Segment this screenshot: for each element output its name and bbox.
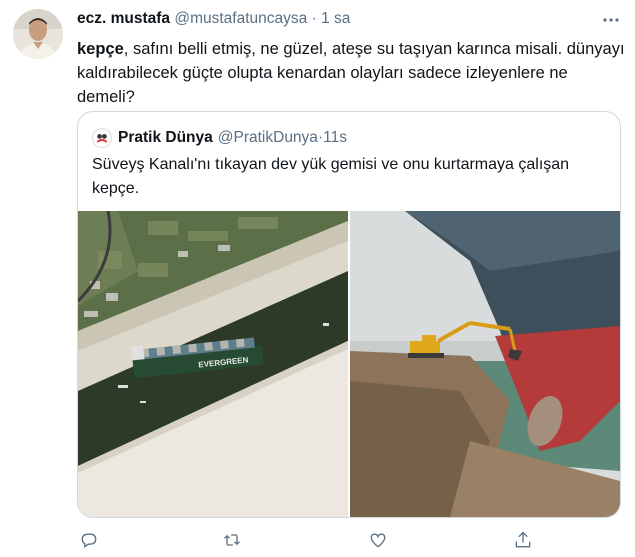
- quoted-header: Pratik Dünya @PratikDunya · 11s: [92, 127, 347, 149]
- author-name[interactable]: ecz. mustafa: [77, 10, 170, 27]
- aerial-photo[interactable]: EVERGREEN: [78, 211, 348, 517]
- quoted-avatar: [92, 128, 112, 148]
- author-handle[interactable]: @mustafatuncaysa: [174, 10, 307, 27]
- quoted-time[interactable]: 11s: [323, 129, 347, 147]
- quoted-author-name[interactable]: Pratik Dünya: [118, 129, 213, 147]
- tweet-actions: [77, 528, 547, 552]
- reply-icon[interactable]: [77, 528, 101, 552]
- heart-icon[interactable]: [366, 528, 390, 552]
- quoted-author-handle[interactable]: @PratikDunya: [218, 129, 318, 147]
- quoted-logo-icon: [96, 134, 108, 143]
- tweet-text: kepçe, safını belli etmiş, ne güzel, ate…: [77, 37, 627, 109]
- quoted-text: Süveyş Kanalı'nı tıkayan dev yük gemisi …: [92, 156, 570, 197]
- avatar[interactable]: [13, 9, 63, 59]
- quoted-tweet[interactable]: Pratik Dünya @PratikDunya · 11s Süveyş K…: [77, 111, 621, 518]
- excavator-photo[interactable]: [350, 211, 620, 517]
- more-dots-icon[interactable]: [601, 10, 621, 30]
- tweet-text-bold: kepçe: [77, 40, 124, 58]
- avatar-image: [13, 9, 63, 59]
- quoted-media: EVERGREEN: [78, 211, 620, 517]
- share-icon[interactable]: [511, 528, 535, 552]
- tweet-time[interactable]: 1 sa: [321, 10, 350, 27]
- tweet-text-rest: , safını belli etmiş, ne güzel, ateşe su…: [77, 40, 625, 106]
- tweet-header: ecz. mustafa @mustafatuncaysa · 1 sa: [77, 10, 615, 32]
- separator-dot: ·: [311, 10, 317, 27]
- retweet-icon[interactable]: [220, 528, 244, 552]
